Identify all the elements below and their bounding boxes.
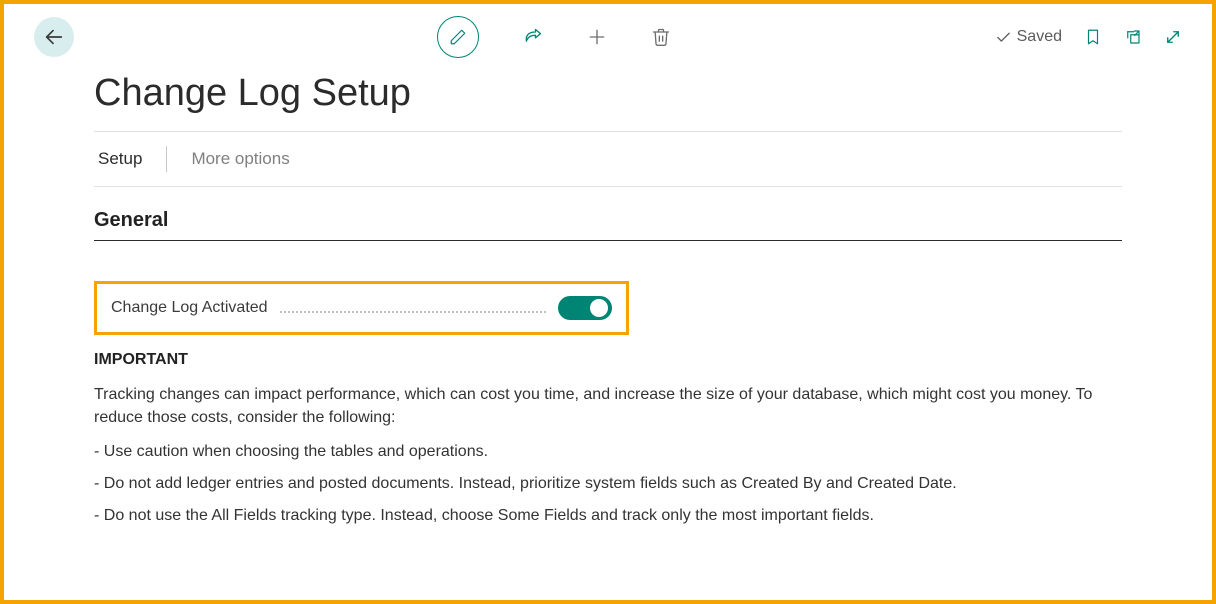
new-button[interactable] (587, 27, 607, 47)
saved-indicator: Saved (995, 28, 1062, 46)
divider (94, 186, 1122, 187)
toggle-knob (590, 299, 608, 317)
plus-icon (587, 27, 607, 47)
change-log-activated-field: Change Log Activated (94, 281, 629, 335)
important-intro: Tracking changes can impact performance,… (94, 383, 1114, 429)
share-button[interactable] (523, 27, 543, 47)
action-bar-right: Saved (995, 28, 1182, 46)
page-title: Change Log Setup (94, 72, 1122, 115)
tab-more-options[interactable]: More options (191, 149, 289, 169)
app-frame: Saved (0, 0, 1216, 604)
change-log-activated-label: Change Log Activated (111, 299, 268, 317)
tab-divider (166, 146, 167, 172)
dotted-leader (280, 311, 546, 313)
action-tabs: Setup More options (94, 132, 1122, 186)
expand-icon (1164, 28, 1182, 46)
edit-button[interactable] (437, 16, 479, 58)
important-bullet: - Use caution when choosing the tables a… (94, 443, 1122, 461)
share-icon (523, 27, 543, 47)
expand-button[interactable] (1164, 28, 1182, 46)
topbar: Saved (4, 4, 1212, 58)
pop-out-icon (1124, 28, 1142, 46)
pencil-icon (449, 28, 467, 46)
change-log-activated-toggle[interactable] (558, 296, 612, 320)
section-general-title: General (94, 209, 1122, 241)
back-button[interactable] (34, 17, 74, 57)
trash-icon (651, 27, 671, 47)
delete-button[interactable] (651, 27, 671, 47)
bookmark-button[interactable] (1084, 28, 1102, 46)
tab-setup[interactable]: Setup (98, 149, 142, 169)
page-content: Change Log Setup Setup More options Gene… (4, 58, 1212, 525)
important-heading: IMPORTANT (94, 351, 1122, 369)
important-bullet: - Do not use the All Fields tracking typ… (94, 507, 1122, 525)
important-bullet: - Do not add ledger entries and posted d… (94, 475, 1122, 493)
saved-label: Saved (1017, 28, 1062, 46)
pop-out-button[interactable] (1124, 28, 1142, 46)
arrow-left-icon (43, 26, 65, 48)
bookmark-icon (1084, 28, 1102, 46)
action-bar-center (132, 16, 977, 58)
check-icon (995, 29, 1012, 46)
